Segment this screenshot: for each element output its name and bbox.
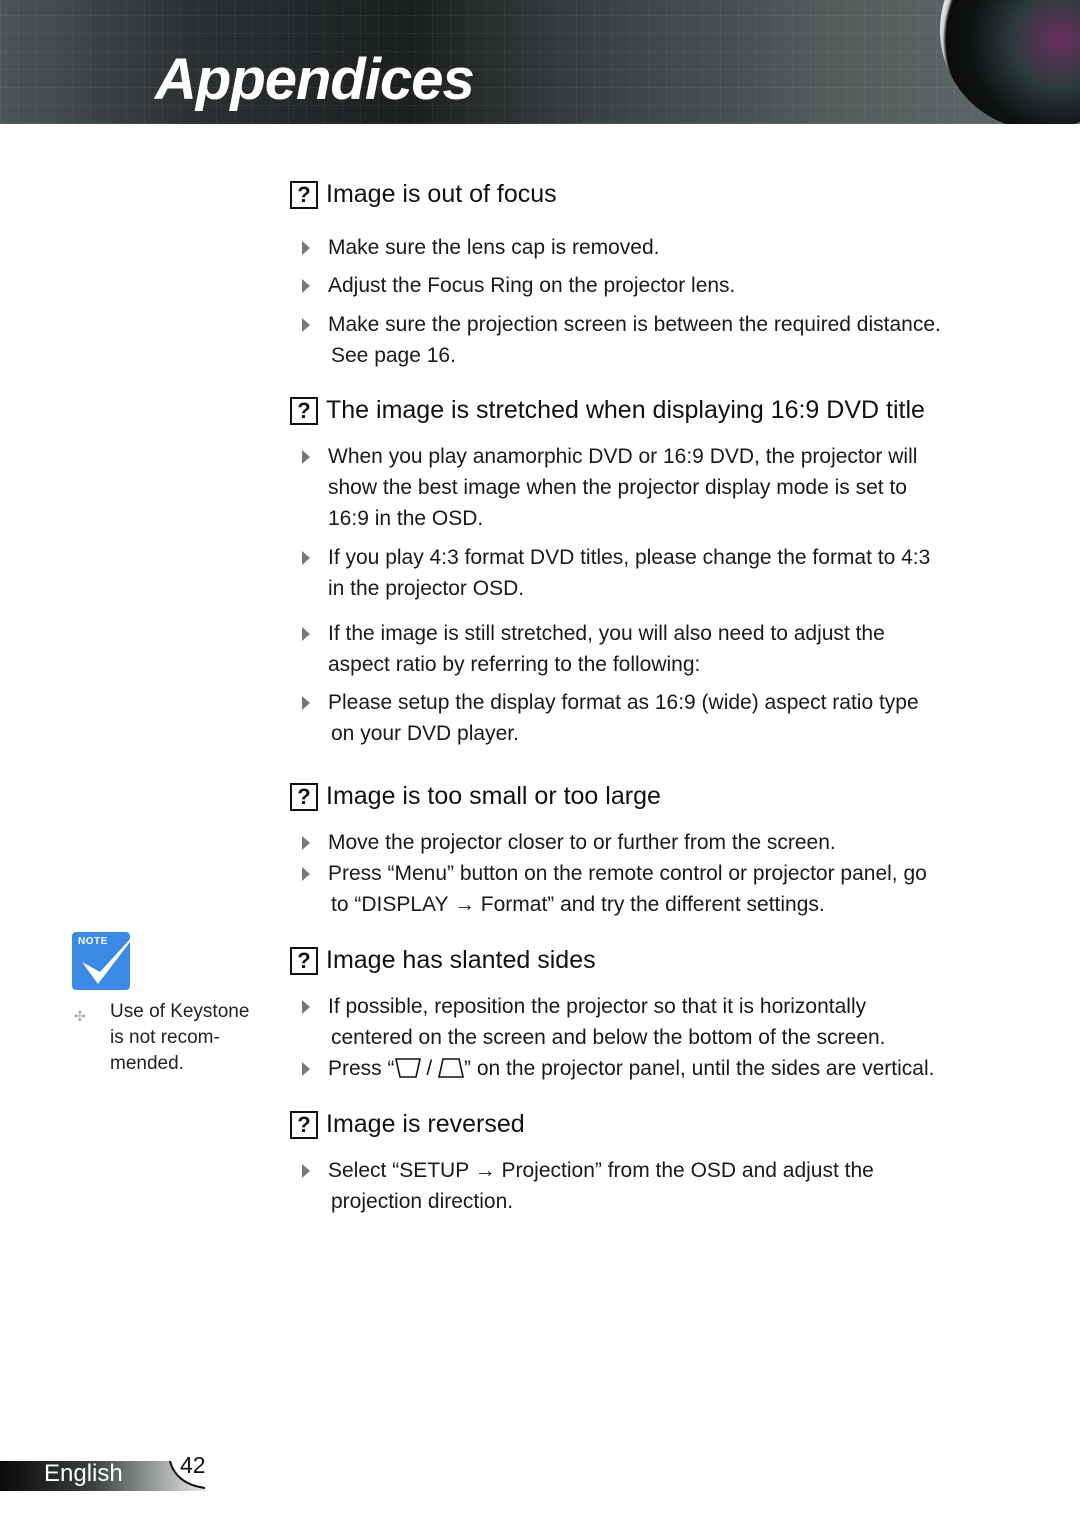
diamond-bullet-icon: ✣ — [74, 1008, 86, 1024]
list-item: Press “Menu” button on the remote contro… — [302, 858, 1012, 920]
list-item: Move the projector closer to or further … — [302, 827, 1012, 858]
footer-language: English — [44, 1460, 123, 1487]
page-header: Appendices — [0, 0, 1080, 124]
section-heading: ? Image has slanted sides — [290, 946, 596, 975]
question-icon: ? — [290, 1110, 318, 1139]
section-heading: ? Image is too small or too large — [290, 782, 661, 811]
list-item: If possible, reposition the projector so… — [302, 991, 1012, 1053]
keystone-down-icon — [394, 1058, 421, 1078]
keystone-up-icon — [438, 1058, 465, 1078]
section-heading: ? The image is stretched when displaying… — [290, 396, 925, 425]
triangle-bullet-icon — [302, 318, 310, 332]
question-icon: ? — [290, 396, 318, 425]
section-heading: ? Image is out of focus — [290, 180, 557, 209]
page-number: 42 — [180, 1452, 206, 1478]
note-badge: NOTE — [72, 924, 142, 992]
question-icon: ? — [290, 180, 318, 209]
list-item: Adjust the Focus Ring on the projector l… — [302, 270, 1012, 301]
triangle-bullet-icon — [302, 836, 310, 850]
checkmark-icon — [82, 926, 142, 984]
question-icon: ? — [290, 782, 318, 811]
triangle-bullet-icon — [302, 1062, 310, 1076]
triangle-bullet-icon — [302, 627, 310, 641]
triangle-bullet-icon — [302, 279, 310, 293]
list-item: When you play anamorphic DVD or 16:9 DVD… — [302, 441, 1012, 534]
triangle-bullet-icon — [302, 450, 310, 464]
list-item: If you play 4:3 format DVD titles, pleas… — [302, 542, 1012, 604]
triangle-bullet-icon — [302, 1000, 310, 1014]
list-item: Please setup the display format as 16:9 … — [302, 687, 1012, 749]
list-item: Make sure the projection screen is betwe… — [302, 309, 1012, 371]
triangle-bullet-icon — [302, 551, 310, 565]
list-item: Select “SETUP → Projection” from the OSD… — [302, 1155, 1012, 1217]
triangle-bullet-icon — [302, 1164, 310, 1178]
section-heading: ? Image is reversed — [290, 1110, 525, 1139]
triangle-bullet-icon — [302, 867, 310, 881]
triangle-bullet-icon — [302, 696, 310, 710]
triangle-bullet-icon — [302, 241, 310, 255]
list-item: Press “ / ” on the projector panel, unti… — [302, 1053, 1012, 1084]
list-item: If the image is still stretched, you wil… — [302, 618, 1012, 680]
page-title: Appendices — [155, 47, 475, 112]
side-note: ✣ Use of Keystone is not recom- mended. — [74, 1001, 250, 1074]
question-icon: ? — [290, 946, 318, 975]
list-item: Make sure the lens cap is removed. — [302, 232, 1012, 263]
lens-image — [940, 0, 1080, 124]
